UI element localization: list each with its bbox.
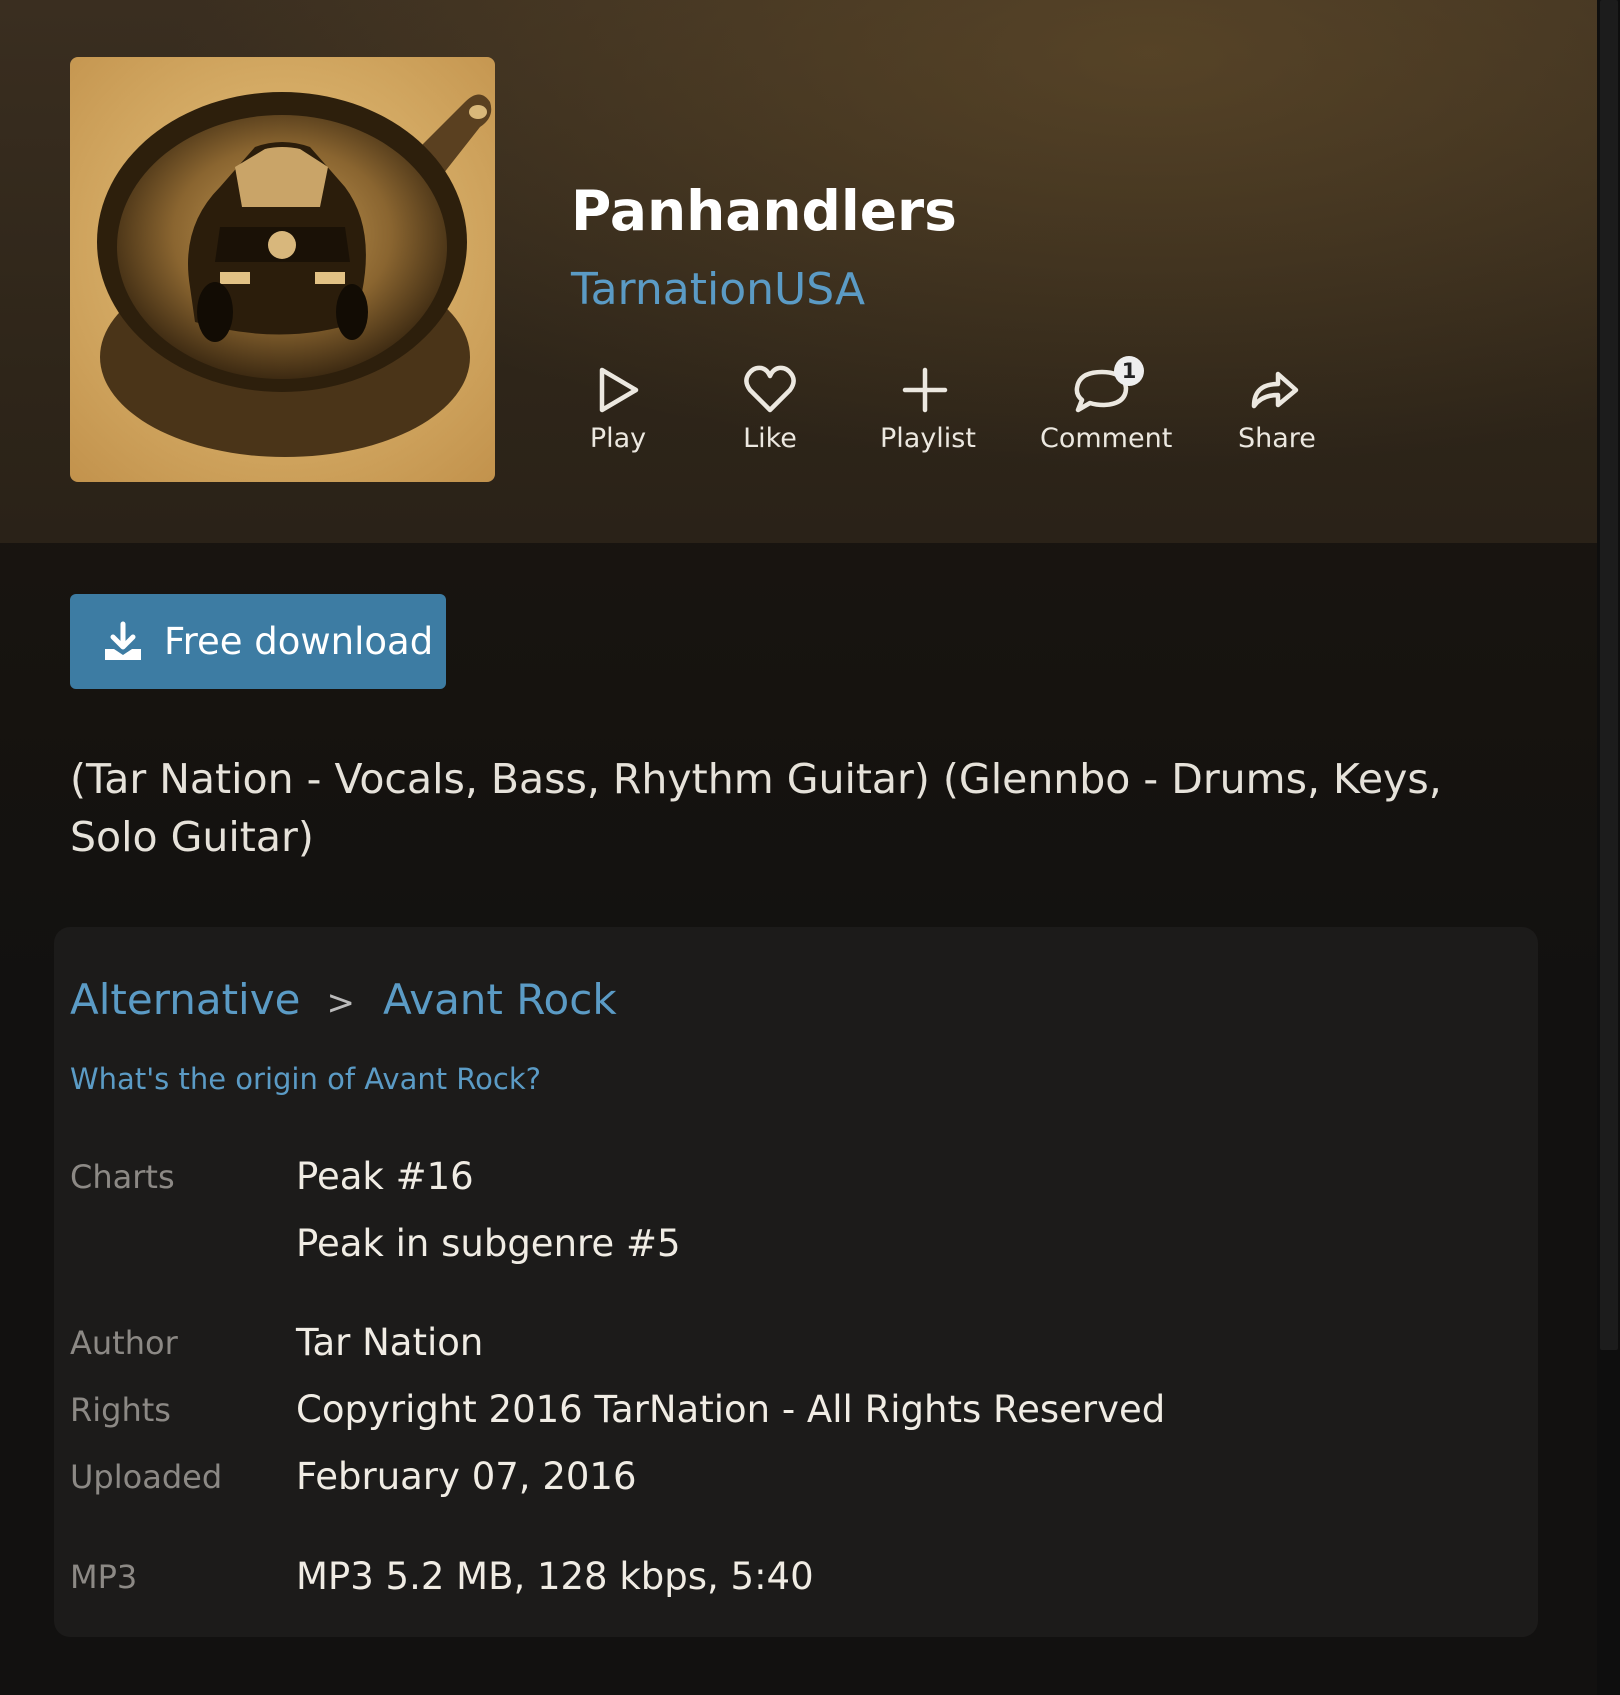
playlist-label: Playlist [880,423,976,454]
uploaded-value: February 07, 2016 [296,1455,637,1498]
file-info-value: MP3 5.2 MB, 128 kbps, 5:40 [296,1555,814,1598]
rights-label: Rights [70,1391,171,1429]
rights-value: Copyright 2016 TarNation - All Rights Re… [296,1388,1166,1431]
free-download-label: Free download [164,620,434,663]
add-to-playlist-button[interactable]: Playlist [880,360,976,456]
share-icon [1251,371,1299,409]
play-label: Play [589,423,647,454]
download-icon [105,621,141,660]
scrollbar-thumb[interactable] [1600,0,1618,1350]
free-download-button[interactable]: Free download [70,594,446,689]
song-description: (Tar Nation - Vocals, Bass, Rhythm Guita… [70,755,1442,861]
song-page: Panhandlers TarnationUSA Play Like Playl… [0,0,1597,1695]
song-info-card: Alternative > Avant Rock What's the origin… [54,927,1538,1637]
album-cover [70,57,495,482]
like-label: Like [743,423,797,454]
cover-art-image [97,92,492,457]
heart-icon [744,365,796,413]
comment-label: Comment [1040,423,1173,454]
plus-icon [902,367,948,413]
comment-icon-wrap: 1 [1070,356,1144,420]
charts-subgenre-peak: Peak in subgenre #5 [296,1222,681,1265]
author-label: Author [70,1324,178,1362]
genre-breadcrumb: Alternative > Avant Rock [70,972,617,1031]
song-title: Panhandlers [571,179,957,243]
play-icon [599,367,639,413]
charts-label: Charts [70,1158,175,1196]
like-button[interactable]: Like [740,360,800,456]
comment-count-badge: 1 [1114,356,1144,386]
comment-button[interactable]: 1 Comment [1040,356,1173,456]
subgenre-link[interactable]: Avant Rock [383,975,617,1024]
genre-origin-link[interactable]: What's the origin of Avant Rock? [70,1059,541,1099]
author-value: Tar Nation [296,1321,484,1364]
song-header: Panhandlers TarnationUSA Play Like Playl… [0,0,1597,543]
share-button[interactable]: Share [1238,360,1316,456]
play-button[interactable]: Play [586,360,650,456]
share-label: Share [1238,423,1316,454]
file-format-label: MP3 [70,1558,138,1596]
artist-link[interactable]: TarnationUSA [571,262,865,318]
genre-separator: > [326,983,355,1023]
genre-parent-link[interactable]: Alternative [70,975,300,1024]
uploaded-label: Uploaded [70,1458,223,1496]
charts-peak: Peak #16 [296,1155,474,1198]
